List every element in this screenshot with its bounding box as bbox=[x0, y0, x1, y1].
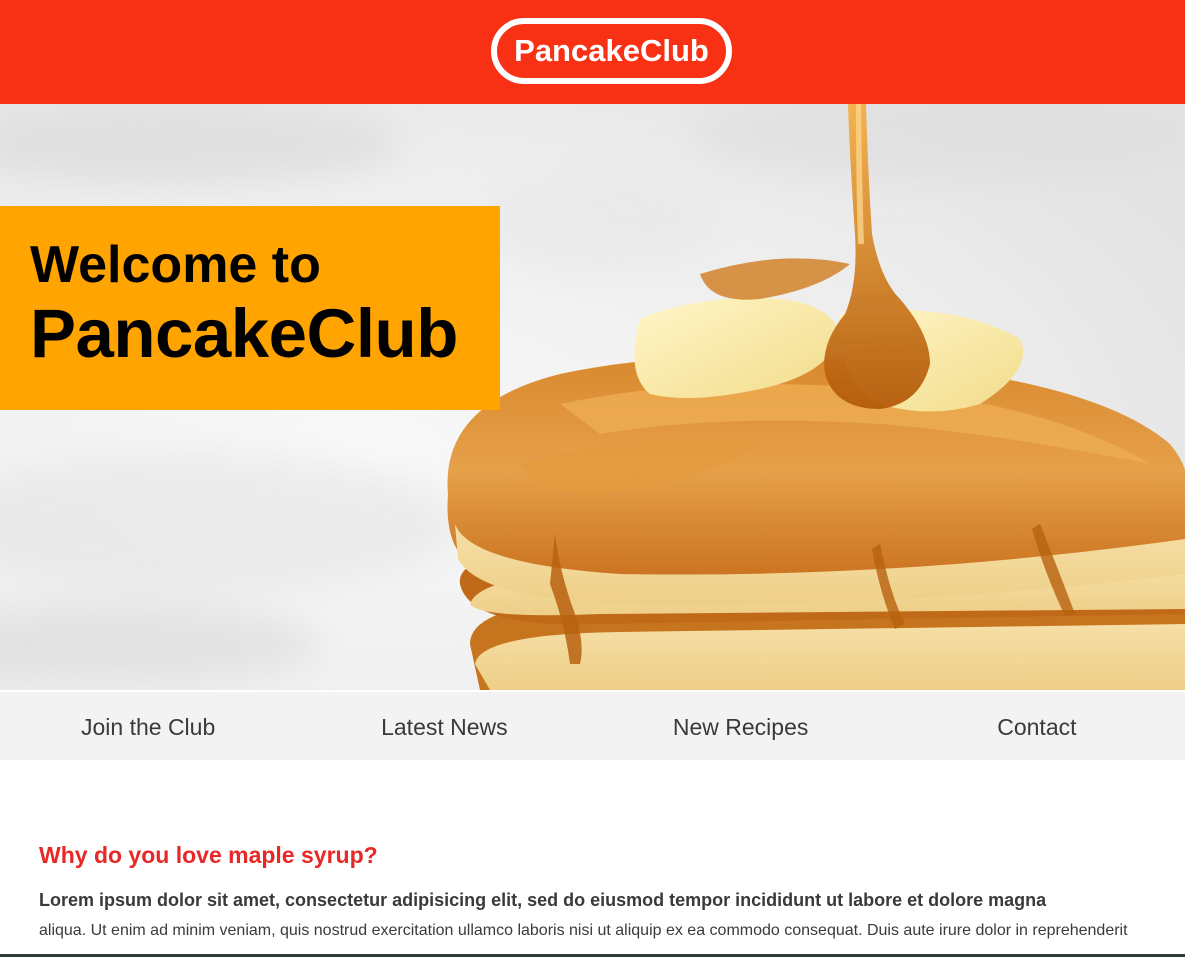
welcome-title-line1: Welcome to bbox=[30, 236, 321, 294]
welcome-title-line2: PancakeClub bbox=[30, 295, 458, 372]
site-header: PancakeClub bbox=[0, 0, 1185, 104]
nav-item-latest-news[interactable]: Latest News bbox=[296, 692, 592, 760]
site-logo[interactable]: PancakeClub bbox=[491, 18, 732, 84]
nav-item-contact[interactable]: Contact bbox=[889, 692, 1185, 760]
nav-item-join-the-club[interactable]: Join the Club bbox=[0, 692, 296, 760]
main-nav: Join the Club Latest News New Recipes Co… bbox=[0, 690, 1185, 760]
article-heading: Why do you love maple syrup? bbox=[39, 842, 378, 868]
hero-banner: Welcome to PancakeClub bbox=[0, 104, 1185, 690]
welcome-banner: Welcome to PancakeClub bbox=[0, 206, 500, 410]
article-lead: Lorem ipsum dolor sit amet, consectetur … bbox=[39, 890, 1047, 910]
nav-item-new-recipes[interactable]: New Recipes bbox=[593, 692, 889, 760]
article-section: Why do you love maple syrup? Lorem ipsum… bbox=[39, 840, 1149, 942]
article-body: aliqua. Ut enim ad minim veniam, quis no… bbox=[39, 922, 1128, 939]
